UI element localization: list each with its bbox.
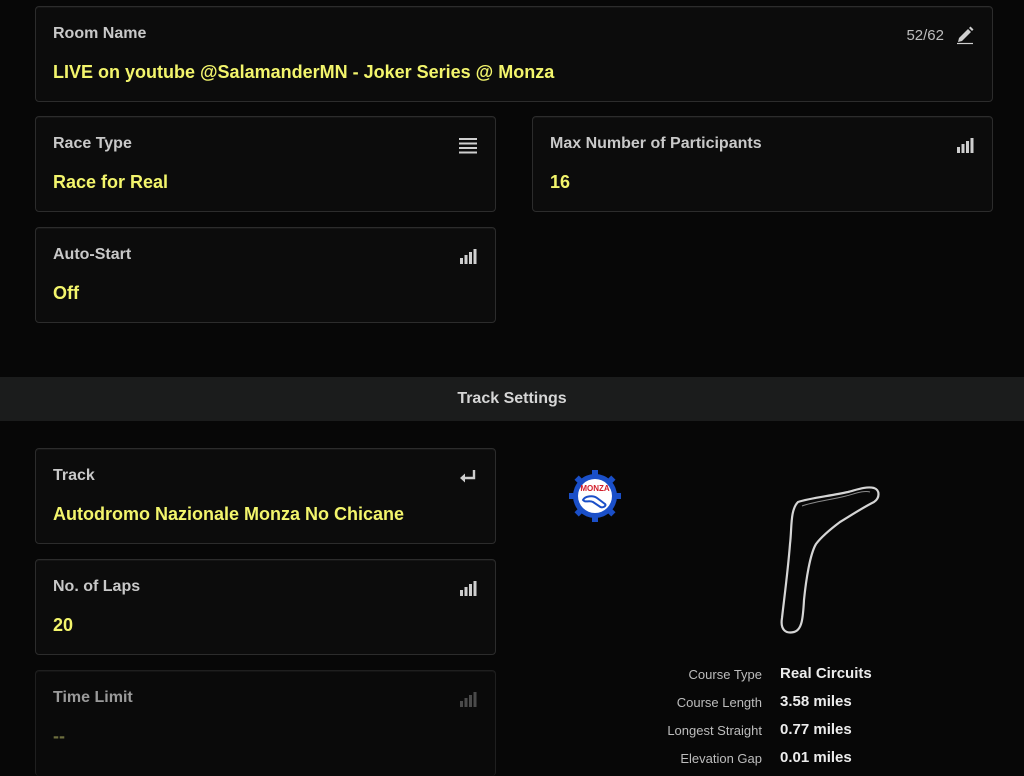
elevation-gap-label: Elevation Gap	[680, 751, 762, 766]
signal-bars-icon	[458, 579, 478, 597]
list-icon	[458, 136, 478, 154]
max-participants-field[interactable]: Max Number of Participants 16	[532, 116, 993, 212]
course-length-row: Course Length 3.58 miles	[600, 692, 1000, 716]
longest-straight-row: Longest Straight 0.77 miles	[600, 720, 1000, 744]
race-type-value: Race for Real	[53, 172, 169, 192]
signal-bars-icon	[955, 136, 975, 154]
auto-start-field[interactable]: Auto-Start Off	[35, 227, 496, 323]
course-type-value: Real Circuits	[780, 665, 872, 682]
elevation-gap-value: 0.01 miles	[780, 749, 852, 766]
section-title: Track Settings	[457, 390, 567, 407]
room-name-field[interactable]: Room Name LIVE on youtube @SalamanderMN …	[35, 6, 993, 102]
race-type-label: Race Type	[53, 135, 132, 152]
room-name-label: Room Name	[53, 25, 147, 42]
course-type-label: Course Type	[688, 667, 762, 682]
time-limit-value: --	[53, 726, 65, 746]
lobby-settings-page: Room Name LIVE on youtube @SalamanderMN …	[0, 0, 1024, 776]
laps-label: No. of Laps	[53, 578, 141, 595]
auto-start-value: Off	[53, 283, 79, 303]
character-counter: 52/62	[906, 27, 944, 44]
elevation-gap-row: Elevation Gap 0.01 miles	[600, 748, 1000, 772]
laps-value: 20	[53, 615, 74, 635]
track-map-icon	[770, 480, 890, 640]
enter-arrow-icon	[458, 468, 478, 486]
auto-start-label: Auto-Start	[53, 246, 132, 263]
longest-straight-value: 0.77 miles	[780, 721, 852, 738]
longest-straight-label: Longest Straight	[667, 723, 762, 738]
time-limit-label: Time Limit	[53, 689, 133, 706]
course-type-row: Course Type Real Circuits	[600, 664, 1000, 688]
max-participants-value: 16	[550, 172, 571, 192]
pencil-icon[interactable]	[955, 25, 975, 45]
room-name-value: LIVE on youtube @SalamanderMN - Joker Se…	[53, 62, 555, 82]
track-value: Autodromo Nazionale Monza No Chicane	[53, 504, 405, 524]
laps-field[interactable]: No. of Laps 20	[35, 559, 496, 655]
signal-bars-icon	[458, 247, 478, 265]
signal-bars-icon	[458, 690, 478, 708]
max-participants-label: Max Number of Participants	[550, 135, 762, 152]
track-field[interactable]: Track Autodromo Nazionale Monza No Chica…	[35, 448, 496, 544]
time-limit-field: Time Limit --	[35, 670, 496, 776]
track-label: Track	[53, 467, 95, 484]
track-settings-header: Track Settings	[0, 377, 1024, 421]
course-length-label: Course Length	[676, 695, 762, 710]
monza-logo-text: MONZA	[580, 484, 610, 493]
course-length-value: 3.58 miles	[780, 693, 852, 710]
monza-logo-icon: MONZA	[569, 470, 621, 522]
race-type-field[interactable]: Race Type Race for Real	[35, 116, 496, 212]
